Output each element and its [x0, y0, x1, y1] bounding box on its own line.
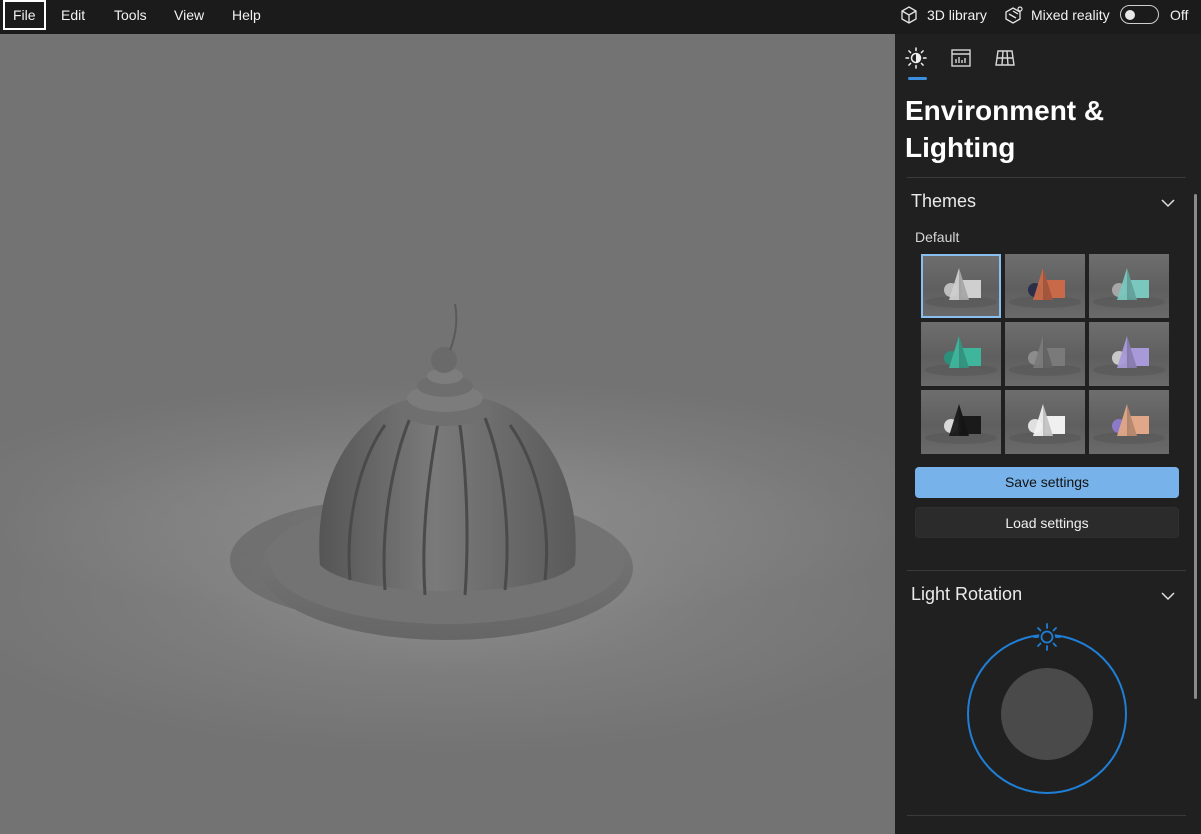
- cube-icon: [901, 6, 917, 24]
- chevron-down-icon[interactable]: [1160, 198, 1176, 208]
- mixed-reality-button[interactable]: Mixed reality: [1004, 0, 1110, 30]
- mixed-reality-label: Mixed reality: [1031, 7, 1110, 23]
- menu-bar: File Edit Tools View Help 3D library Mix…: [0, 0, 1201, 34]
- theme-swatch[interactable]: [1005, 390, 1085, 454]
- theme-swatch[interactable]: [1005, 254, 1085, 318]
- sun-icon[interactable]: [1033, 623, 1061, 651]
- mixed-reality-toggle[interactable]: [1120, 5, 1159, 24]
- theme-swatch[interactable]: [1089, 390, 1169, 454]
- library-label: 3D library: [927, 7, 987, 23]
- divider: [907, 177, 1186, 178]
- menu-help[interactable]: Help: [224, 0, 269, 30]
- light-rotation-dial[interactable]: [960, 620, 1140, 800]
- theme-swatch[interactable]: [1089, 322, 1169, 386]
- divider: [907, 570, 1186, 571]
- menu-view[interactable]: View: [166, 0, 212, 30]
- menu-edit[interactable]: Edit: [53, 0, 93, 30]
- light-rotation-heading[interactable]: Light Rotation: [911, 584, 1022, 605]
- grid-icon[interactable]: [993, 46, 1017, 70]
- library-button[interactable]: 3D library: [899, 0, 987, 30]
- load-settings-button[interactable]: Load settings: [915, 507, 1179, 538]
- panel-scrollbar[interactable]: [1194, 194, 1197, 699]
- theme-grid: [921, 254, 1171, 454]
- toggle-state-label: Off: [1170, 7, 1189, 23]
- selected-theme-label: Default: [915, 229, 960, 245]
- theme-swatch[interactable]: [1089, 254, 1169, 318]
- chart-icon[interactable]: [949, 46, 973, 70]
- toggle-knob: [1125, 9, 1135, 20]
- panel-title: Environment & Lighting: [905, 95, 1105, 163]
- theme-swatch[interactable]: [921, 254, 1001, 318]
- menu-tools[interactable]: Tools: [106, 0, 155, 30]
- menu-file[interactable]: File: [3, 0, 46, 30]
- theme-swatch[interactable]: [921, 390, 1001, 454]
- tab-selected-indicator: [908, 77, 927, 80]
- 3d-viewport[interactable]: [0, 34, 895, 834]
- theme-swatch[interactable]: [1005, 322, 1085, 386]
- themes-heading[interactable]: Themes: [911, 191, 976, 212]
- save-settings-button[interactable]: Save settings: [915, 467, 1179, 498]
- divider: [907, 815, 1186, 816]
- sun-icon[interactable]: [904, 46, 928, 70]
- mixed-reality-icon: [1005, 6, 1023, 24]
- chevron-down-icon[interactable]: [1160, 591, 1176, 601]
- theme-swatch[interactable]: [921, 322, 1001, 386]
- 3d-model-jelly-dessert[interactable]: [0, 34, 895, 834]
